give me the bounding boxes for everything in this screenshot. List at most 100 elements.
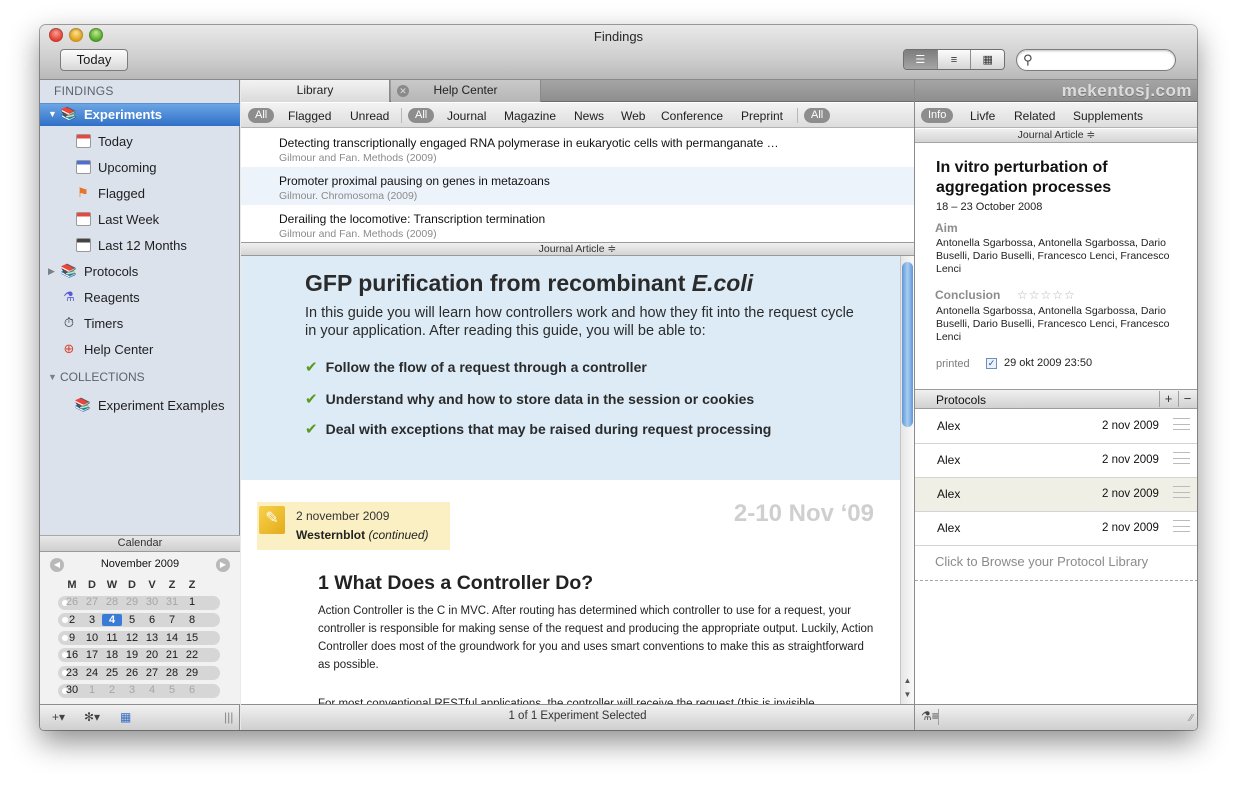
calendar-week-row[interactable]: 23 24 25 26 27 28 29 [58, 664, 222, 682]
calendar-day[interactable]: 19 [122, 649, 142, 661]
article-type-popup[interactable]: Journal Article ≑ [241, 242, 914, 256]
filter-web[interactable]: Web [621, 109, 645, 123]
calendar-day[interactable]: 21 [162, 649, 182, 661]
calendar-day[interactable]: 13 [142, 632, 162, 644]
filter-journal[interactable]: Journal [447, 109, 486, 123]
experiment-note[interactable]: ✎ 2 november 2009 Westernblot (continued… [257, 502, 450, 550]
calendar-day[interactable]: 25 [102, 667, 122, 679]
protocol-row[interactable]: Alex 2 nov 2009 [915, 478, 1197, 512]
article-row[interactable]: Derailing the locomotive: Transcription … [241, 205, 914, 243]
calendar-day[interactable]: 24 [82, 667, 102, 679]
article-row[interactable]: Promoter proximal pausing on genes in me… [241, 167, 914, 205]
calendar-day[interactable]: 31 [162, 596, 182, 608]
filter-news[interactable]: News [574, 109, 604, 123]
calendar-day[interactable]: 22 [182, 649, 202, 661]
sidebar-item-flagged[interactable]: ⚑ Flagged [40, 182, 240, 204]
document-scrollbar[interactable]: ▲ ▼ [900, 256, 914, 706]
filter-unread[interactable]: Unread [350, 109, 389, 123]
calendar-week-row[interactable]: 30 1 2 3 4 5 6 [58, 682, 222, 700]
filter-flagged[interactable]: Flagged [288, 109, 331, 123]
article-row[interactable]: Detecting transcriptionally engaged RNA … [241, 129, 914, 167]
rating-stars-icon[interactable]: ☆☆☆☆☆ [1017, 288, 1076, 302]
calendar-day[interactable]: 29 [122, 596, 142, 608]
calendar-day[interactable]: 5 [162, 684, 182, 696]
filter-all-status[interactable]: All [248, 108, 275, 123]
calendar-next-button[interactable]: ▶ [216, 558, 230, 572]
sidebar-item-timers[interactable]: ⏱ Timers [40, 312, 240, 334]
tab-library[interactable]: Library [241, 80, 390, 102]
protocol-row[interactable]: Alex 2 nov 2009 [915, 410, 1197, 444]
calendar-toggle-icon[interactable]: ▦ [120, 710, 131, 724]
calendar-day[interactable]: 11 [102, 632, 122, 644]
calendar-day[interactable]: 9 [62, 632, 82, 644]
printed-checkbox[interactable]: ✓ [986, 358, 997, 369]
drag-handle-icon[interactable] [1173, 486, 1190, 498]
resize-handle-icon[interactable]: ||| [224, 710, 233, 724]
calendar-day[interactable]: 3 [122, 684, 142, 696]
protocol-row[interactable]: Alex 2 nov 2009 [915, 444, 1197, 478]
calendar-day[interactable]: 17 [82, 649, 102, 661]
calendar-week-row[interactable]: 2 3 4 5 6 7 8 [58, 611, 222, 629]
inspector-type-popup[interactable]: Journal Article ≑ [915, 129, 1197, 143]
calendar-day[interactable]: 18 [102, 649, 122, 661]
sidebar-item-help-center[interactable]: ⊕ Help Center [40, 338, 240, 360]
calendar-day[interactable]: 14 [162, 632, 182, 644]
calendar-day[interactable]: 16 [62, 649, 82, 661]
disclosure-closed-icon[interactable]: ▶ [48, 266, 60, 277]
filter-conference[interactable]: Conference [661, 109, 723, 123]
filter-all-extra[interactable]: All [804, 108, 831, 123]
sidebar-item-protocols[interactable]: ▶ 📚 Protocols [40, 260, 240, 282]
collections-header[interactable]: ▼ COLLECTIONS [40, 366, 240, 388]
resize-grip-icon[interactable]: ⁄⁄ [1190, 713, 1193, 724]
detail-list-view-button[interactable]: ☰ [904, 50, 938, 69]
sidebar-item-upcoming[interactable]: Upcoming [40, 156, 240, 178]
calendar-day[interactable]: 27 [82, 596, 102, 608]
calendar-day[interactable]: 5 [122, 614, 142, 626]
calendar-day[interactable]: 28 [162, 667, 182, 679]
calendar-day[interactable]: 26 [62, 596, 82, 608]
scroll-down-arrow-icon[interactable]: ▼ [901, 688, 914, 702]
disclosure-open-icon[interactable]: ▼ [48, 372, 60, 382]
list-view-button[interactable]: ≡ [937, 50, 972, 69]
sidebar-item-today[interactable]: Today [40, 130, 240, 152]
scrollbar-thumb[interactable] [902, 262, 913, 427]
add-protocol-button[interactable]: + [1159, 391, 1177, 407]
sidebar-item-reagents[interactable]: ⚗ Reagents [40, 286, 240, 308]
scroll-up-arrow-icon[interactable]: ▲ [901, 674, 914, 688]
inspector-tab-livfe[interactable]: Livfe [970, 109, 995, 123]
calendar-day[interactable]: 6 [182, 684, 202, 696]
calendar-day[interactable]: 2 [102, 684, 122, 696]
calendar-week-row[interactable]: 16 17 18 19 20 21 22 [58, 646, 222, 664]
remove-protocol-button[interactable]: − [1178, 391, 1196, 407]
calendar-day[interactable]: 1 [82, 684, 102, 696]
calendar-day[interactable]: 10 [82, 632, 102, 644]
inspector-tab-supplements[interactable]: Supplements [1073, 109, 1143, 123]
protocol-row[interactable]: Alex 2 nov 2009 [915, 512, 1197, 546]
sidebar-item-experiments[interactable]: ▼ 📚 Experiments [40, 103, 240, 125]
drag-handle-icon[interactable] [1173, 520, 1190, 532]
calendar-day[interactable]: 28 [102, 596, 122, 608]
drag-handle-icon[interactable] [1173, 418, 1190, 430]
disclosure-open-icon[interactable]: ▼ [48, 109, 60, 119]
calendar-week-row[interactable]: 26 27 28 29 30 31 1 [58, 594, 222, 612]
grid-view-button[interactable]: ▦ [971, 50, 1004, 69]
calendar-day[interactable]: 20 [142, 649, 162, 661]
inspector-tab-info[interactable]: Info [921, 108, 954, 123]
flask-list-icon[interactable]: ⚗≡ [921, 709, 939, 725]
close-tab-icon[interactable]: ✕ [397, 85, 409, 97]
sidebar-item-last-12-months[interactable]: Last 12 Months [40, 234, 240, 256]
add-icon[interactable]: +▾ [52, 710, 65, 724]
today-button[interactable]: Today [60, 49, 128, 71]
browse-protocol-library-link[interactable]: Click to Browse your Protocol Library [935, 554, 1148, 569]
tab-help-center[interactable]: ✕ Help Center [391, 80, 541, 102]
calendar-day[interactable]: 29 [182, 667, 202, 679]
inspector-tab-related[interactable]: Related [1014, 109, 1055, 123]
calendar-day[interactable]: 4 [142, 684, 162, 696]
calendar-day[interactable]: 3 [82, 614, 102, 626]
calendar-day[interactable]: 6 [142, 614, 162, 626]
calendar-day[interactable]: 23 [62, 667, 82, 679]
filter-magazine[interactable]: Magazine [504, 109, 556, 123]
calendar-day[interactable]: 15 [182, 632, 202, 644]
calendar-day[interactable]: 12 [122, 632, 142, 644]
calendar-day[interactable]: 1 [182, 596, 202, 608]
